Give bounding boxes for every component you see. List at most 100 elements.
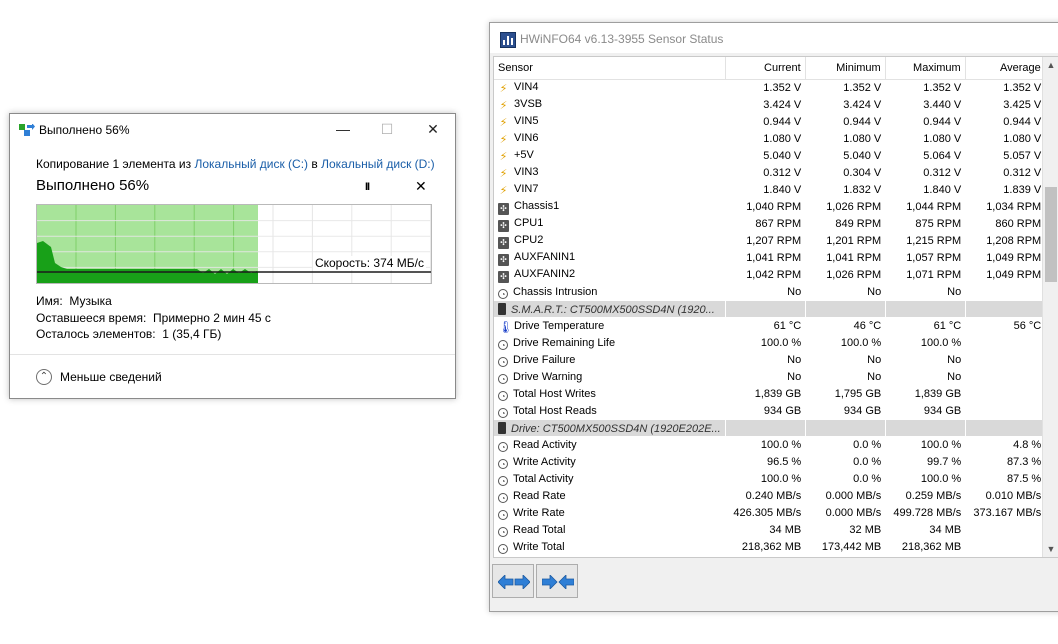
sensor-row[interactable]: ◔ Drive Remaining Life 100.0 % 100.0 % 100.0…	[494, 334, 1046, 352]
sensor-minimum-cell: 1,041 RPM	[805, 249, 886, 267]
sensor-maximum-cell: 100.0 %	[885, 334, 966, 352]
sensor-table: Sensor Current Minimum Maximum Average ⚡…	[494, 57, 1046, 556]
sensor-average-cell: 0.010 MB/s	[965, 487, 1046, 505]
clock-icon: ◔	[498, 475, 508, 486]
sensor-name-cell: ◔ Drive Failure	[494, 351, 726, 369]
sensor-current-cell: 426.305 MB/s	[725, 504, 806, 522]
column-header-minimum[interactable]: Minimum	[805, 57, 886, 80]
column-header-sensor[interactable]: Sensor	[494, 57, 726, 80]
sensor-row[interactable]: ◔ Write Total 218,362 MB 173,442 MB 218,362 …	[494, 538, 1046, 556]
sensor-average-cell: 373.167 MB/s	[965, 504, 1046, 522]
sensor-average-cell: 0.312 V	[965, 164, 1046, 182]
fan-icon: ✣	[498, 219, 509, 232]
hwinfo-titlebar[interactable]: HWiNFO64 v6.13-3955 Sensor Status	[490, 23, 1058, 53]
sensor-name-cell: ◔ Total Host Writes	[494, 385, 726, 403]
sensor-maximum-cell: 61 °C	[885, 317, 966, 335]
clock-icon: ◔	[498, 509, 508, 520]
sensor-average-cell: 87.3 %	[965, 453, 1046, 471]
collapse-arrows-icon	[542, 575, 574, 589]
dialog-titlebar[interactable]: Выполнено 56% — ☐ ✕	[10, 114, 455, 144]
sensor-row[interactable]: ⚡ VIN7 1.840 V 1.832 V 1.840 V 1.839 V	[494, 181, 1046, 199]
sensor-row[interactable]: ◔ Total Host Writes 1,839 GB 1,795 GB 1,839 …	[494, 385, 1046, 403]
sensor-name: Chassis1	[514, 199, 560, 212]
pause-button[interactable]: II	[365, 181, 370, 193]
time-remaining-row: Оставшееся время: Примерно 2 мин 45 с	[36, 311, 271, 325]
sensor-name: Write Rate	[513, 506, 565, 519]
collapse-button[interactable]	[536, 564, 578, 598]
sensor-current-cell: No	[725, 368, 806, 386]
sensor-row[interactable]: ✣ AUXFANIN1 1,041 RPM 1,041 RPM 1,057 RPM 1,0…	[494, 249, 1046, 267]
sensor-current-cell	[725, 300, 806, 318]
maximize-button[interactable]: ☐	[367, 118, 407, 140]
scroll-down-button[interactable]: ▼	[1043, 541, 1058, 557]
column-header-maximum[interactable]: Maximum	[885, 57, 966, 80]
sensor-name: AUXFANIN1	[514, 250, 576, 263]
minimize-button[interactable]: —	[323, 118, 363, 140]
sensor-name-cell: ✣ CPU2	[494, 232, 726, 250]
sensor-average-cell: 4.8 %	[965, 436, 1046, 454]
sensor-row[interactable]: ◔ Read Total 34 MB 32 MB 34 MB	[494, 521, 1046, 539]
sensor-maximum-cell: 934 GB	[885, 402, 966, 420]
sensor-average-cell: 1,049 RPM	[965, 249, 1046, 267]
chevron-up-icon[interactable]: ⌃	[36, 369, 52, 385]
destination-link[interactable]: Локальный диск (D:)	[321, 157, 435, 171]
sensor-row[interactable]: ✣ CPU2 1,207 RPM 1,201 RPM 1,215 RPM 1,208 RP…	[494, 232, 1046, 250]
sensor-group-row[interactable]: S.M.A.R.T.: CT500MX500SSD4N (1920...	[494, 300, 1046, 318]
vertical-scrollbar[interactable]: ▲ ▼	[1042, 57, 1058, 557]
scrollbar-thumb[interactable]	[1045, 187, 1057, 282]
sensor-row[interactable]: ⚡ VIN5 0.944 V 0.944 V 0.944 V 0.944 V	[494, 113, 1046, 131]
sensor-name-cell: ◔ Drive Warning	[494, 368, 726, 386]
sensor-maximum-cell: 499.728 MB/s	[885, 504, 966, 522]
sensor-current-cell: 1,040 RPM	[725, 198, 806, 216]
clock-icon: ◔	[498, 543, 508, 554]
sensor-row[interactable]: ⚡ VIN4 1.352 V 1.352 V 1.352 V 1.352 V	[494, 79, 1046, 97]
sensor-row[interactable]: ◔ Write Activity 96.5 % 0.0 % 99.7 % 87.3 %	[494, 453, 1046, 471]
fewer-details-button[interactable]: Меньше сведений	[60, 370, 162, 384]
scroll-up-button[interactable]: ▲	[1043, 57, 1058, 73]
voltage-icon: ⚡	[499, 134, 508, 146]
sensor-average-cell	[965, 368, 1046, 386]
sensor-name: VIN7	[514, 183, 539, 195]
sensor-row[interactable]: ◔ Total Host Reads 934 GB 934 GB 934 GB	[494, 402, 1046, 420]
sensor-row[interactable]: ◔ Drive Warning No No No	[494, 368, 1046, 386]
close-button[interactable]: ✕	[413, 118, 453, 140]
sensor-name-cell: ✣ AUXFANIN2	[494, 266, 726, 284]
sensor-current-cell: 934 GB	[725, 402, 806, 420]
sensor-row[interactable]: ✣ Chassis1 1,040 RPM 1,026 RPM 1,044 RPM 1,03…	[494, 198, 1046, 216]
cancel-button[interactable]: ✕	[415, 178, 427, 195]
column-header-current[interactable]: Current	[725, 57, 806, 80]
sensor-row[interactable]: ⚡ 3VSB 3.424 V 3.424 V 3.440 V 3.425 V	[494, 96, 1046, 114]
clock-icon: ◔	[498, 390, 508, 401]
sensor-row[interactable]: ⚡ VIN6 1.080 V 1.080 V 1.080 V 1.080 V	[494, 130, 1046, 148]
expand-button[interactable]	[492, 564, 534, 598]
sensor-maximum-cell: 0.312 V	[885, 164, 966, 182]
sensor-row[interactable]: ◔ Read Activity 100.0 % 0.0 % 100.0 % 4.8 %	[494, 436, 1046, 454]
sensor-name: Total Host Writes	[513, 387, 596, 400]
sensor-row[interactable]: ◔ Chassis Intrusion No No No	[494, 283, 1046, 301]
sensor-row[interactable]: 🌡Drive Temperature 61 °C 46 °C 61 °C 56 °C	[494, 317, 1046, 335]
sensor-row[interactable]: ✣ AUXFANIN2 1,042 RPM 1,026 RPM 1,071 RPM 1,0…	[494, 266, 1046, 284]
sensor-row[interactable]: ◔ Write Rate 426.305 MB/s 0.000 MB/s 499.728…	[494, 504, 1046, 522]
sensor-row[interactable]: ◔ Drive Failure No No No	[494, 351, 1046, 369]
sensor-current-cell: No	[725, 283, 806, 301]
sensor-name: VIN4	[514, 81, 539, 93]
sensor-row[interactable]: ⚡ +5V 5.040 V 5.040 V 5.064 V 5.057 V	[494, 147, 1046, 165]
sensor-row[interactable]: ◔ Read Rate 0.240 MB/s 0.000 MB/s 0.259 MB/s…	[494, 487, 1046, 505]
sensor-row[interactable]: ⚡ VIN3 0.312 V 0.304 V 0.312 V 0.312 V	[494, 164, 1046, 182]
source-link[interactable]: Локальный диск (C:)	[194, 157, 308, 171]
sensor-minimum-cell: 5.040 V	[805, 147, 886, 165]
sensor-group-row[interactable]: Drive: CT500MX500SSD4N (1920E202E...	[494, 419, 1046, 437]
clock-icon: ◔	[498, 356, 508, 367]
sensor-row[interactable]: ✣ CPU1 867 RPM 849 RPM 875 RPM 860 RPM	[494, 215, 1046, 233]
sensor-current-cell: 1,207 RPM	[725, 232, 806, 250]
sensor-minimum-cell	[805, 419, 886, 437]
column-header-average[interactable]: Average	[965, 57, 1046, 80]
sensor-maximum-cell: 1.840 V	[885, 181, 966, 199]
sensor-minimum-cell: 100.0 %	[805, 334, 886, 352]
sensor-row[interactable]: ◔ Total Activity 100.0 % 0.0 % 100.0 % 87.5 %	[494, 470, 1046, 488]
fan-icon: ✣	[498, 236, 509, 249]
sensor-current-cell: 1,042 RPM	[725, 266, 806, 284]
sensor-minimum-cell: No	[805, 351, 886, 369]
sensor-average-cell: 1,034 RPM	[965, 198, 1046, 216]
sensor-maximum-cell: 0.259 MB/s	[885, 487, 966, 505]
